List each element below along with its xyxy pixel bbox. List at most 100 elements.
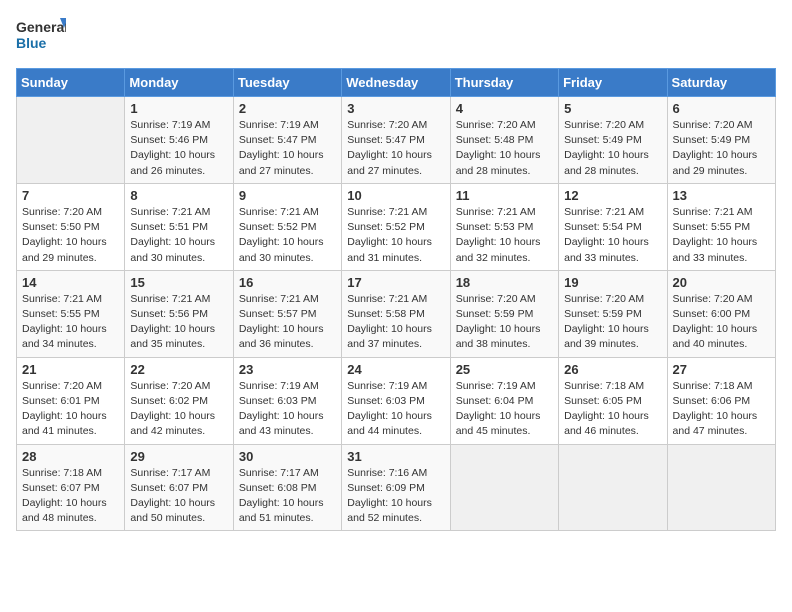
calendar-cell: 8 Sunrise: 7:21 AMSunset: 5:51 PMDaylight…	[125, 183, 233, 270]
day-info: Sunrise: 7:21 AMSunset: 5:56 PMDaylight:…	[130, 292, 227, 353]
day-info: Sunrise: 7:21 AMSunset: 5:54 PMDaylight:…	[564, 205, 661, 266]
week-row-1: 1 Sunrise: 7:19 AMSunset: 5:46 PMDaylight…	[17, 97, 776, 184]
calendar-cell: 25 Sunrise: 7:19 AMSunset: 6:04 PMDayligh…	[450, 357, 558, 444]
calendar-cell: 15 Sunrise: 7:21 AMSunset: 5:56 PMDayligh…	[125, 270, 233, 357]
day-info: Sunrise: 7:19 AMSunset: 6:04 PMDaylight:…	[456, 379, 553, 440]
day-info: Sunrise: 7:20 AMSunset: 5:48 PMDaylight:…	[456, 118, 553, 179]
day-number: 19	[564, 275, 661, 290]
day-info: Sunrise: 7:20 AMSunset: 5:50 PMDaylight:…	[22, 205, 119, 266]
day-number: 6	[673, 101, 770, 116]
day-info: Sunrise: 7:19 AMSunset: 5:47 PMDaylight:…	[239, 118, 336, 179]
day-info: Sunrise: 7:20 AMSunset: 5:59 PMDaylight:…	[564, 292, 661, 353]
day-info: Sunrise: 7:21 AMSunset: 5:52 PMDaylight:…	[347, 205, 444, 266]
calendar-cell: 23 Sunrise: 7:19 AMSunset: 6:03 PMDayligh…	[233, 357, 341, 444]
day-number: 25	[456, 362, 553, 377]
day-info: Sunrise: 7:18 AMSunset: 6:05 PMDaylight:…	[564, 379, 661, 440]
day-info: Sunrise: 7:17 AMSunset: 6:08 PMDaylight:…	[239, 466, 336, 527]
day-number: 20	[673, 275, 770, 290]
day-info: Sunrise: 7:17 AMSunset: 6:07 PMDaylight:…	[130, 466, 227, 527]
day-info: Sunrise: 7:19 AMSunset: 6:03 PMDaylight:…	[347, 379, 444, 440]
calendar-cell: 6 Sunrise: 7:20 AMSunset: 5:49 PMDaylight…	[667, 97, 775, 184]
day-info: Sunrise: 7:21 AMSunset: 5:53 PMDaylight:…	[456, 205, 553, 266]
day-number: 1	[130, 101, 227, 116]
calendar-cell: 11 Sunrise: 7:21 AMSunset: 5:53 PMDayligh…	[450, 183, 558, 270]
day-info: Sunrise: 7:21 AMSunset: 5:58 PMDaylight:…	[347, 292, 444, 353]
calendar-cell: 2 Sunrise: 7:19 AMSunset: 5:47 PMDaylight…	[233, 97, 341, 184]
day-info: Sunrise: 7:19 AMSunset: 5:46 PMDaylight:…	[130, 118, 227, 179]
page-header: General Blue	[16, 16, 776, 56]
week-row-4: 21 Sunrise: 7:20 AMSunset: 6:01 PMDayligh…	[17, 357, 776, 444]
day-info: Sunrise: 7:21 AMSunset: 5:51 PMDaylight:…	[130, 205, 227, 266]
calendar-cell: 4 Sunrise: 7:20 AMSunset: 5:48 PMDaylight…	[450, 97, 558, 184]
day-number: 4	[456, 101, 553, 116]
day-number: 13	[673, 188, 770, 203]
weekday-header-sunday: Sunday	[17, 69, 125, 97]
calendar-cell: 14 Sunrise: 7:21 AMSunset: 5:55 PMDayligh…	[17, 270, 125, 357]
day-number: 3	[347, 101, 444, 116]
calendar-cell: 13 Sunrise: 7:21 AMSunset: 5:55 PMDayligh…	[667, 183, 775, 270]
day-info: Sunrise: 7:16 AMSunset: 6:09 PMDaylight:…	[347, 466, 444, 527]
calendar-cell: 21 Sunrise: 7:20 AMSunset: 6:01 PMDayligh…	[17, 357, 125, 444]
calendar-cell: 28Sunrise: 7:18 AMSunset: 6:07 PMDayligh…	[17, 444, 125, 531]
calendar-cell: 27 Sunrise: 7:18 AMSunset: 6:06 PMDayligh…	[667, 357, 775, 444]
day-info: Sunrise: 7:20 AMSunset: 5:49 PMDaylight:…	[564, 118, 661, 179]
day-info: Sunrise: 7:20 AMSunset: 6:01 PMDaylight:…	[22, 379, 119, 440]
week-row-5: 28Sunrise: 7:18 AMSunset: 6:07 PMDayligh…	[17, 444, 776, 531]
day-info: Sunrise: 7:21 AMSunset: 5:55 PMDaylight:…	[22, 292, 119, 353]
day-number: 26	[564, 362, 661, 377]
day-number: 7	[22, 188, 119, 203]
logo: General Blue	[16, 16, 66, 56]
week-row-2: 7 Sunrise: 7:20 AMSunset: 5:50 PMDaylight…	[17, 183, 776, 270]
calendar-cell	[450, 444, 558, 531]
day-info: Sunrise: 7:20 AMSunset: 6:00 PMDaylight:…	[673, 292, 770, 353]
calendar-cell: 29 Sunrise: 7:17 AMSunset: 6:07 PMDayligh…	[125, 444, 233, 531]
calendar-cell: 18 Sunrise: 7:20 AMSunset: 5:59 PMDayligh…	[450, 270, 558, 357]
day-number: 2	[239, 101, 336, 116]
svg-text:Blue: Blue	[16, 35, 47, 51]
day-number: 18	[456, 275, 553, 290]
day-info: Sunrise: 7:21 AMSunset: 5:52 PMDaylight:…	[239, 205, 336, 266]
weekday-header-saturday: Saturday	[667, 69, 775, 97]
day-number: 14	[22, 275, 119, 290]
day-info: Sunrise: 7:20 AMSunset: 5:49 PMDaylight:…	[673, 118, 770, 179]
day-info: Sunrise: 7:20 AMSunset: 5:47 PMDaylight:…	[347, 118, 444, 179]
weekday-header-thursday: Thursday	[450, 69, 558, 97]
day-number: 29	[130, 449, 227, 464]
calendar-cell: 24 Sunrise: 7:19 AMSunset: 6:03 PMDayligh…	[342, 357, 450, 444]
calendar-cell: 7 Sunrise: 7:20 AMSunset: 5:50 PMDaylight…	[17, 183, 125, 270]
day-number: 11	[456, 188, 553, 203]
day-number: 8	[130, 188, 227, 203]
day-number: 30	[239, 449, 336, 464]
calendar-cell: 30 Sunrise: 7:17 AMSunset: 6:08 PMDayligh…	[233, 444, 341, 531]
calendar-cell: 22 Sunrise: 7:20 AMSunset: 6:02 PMDayligh…	[125, 357, 233, 444]
day-number: 22	[130, 362, 227, 377]
week-row-3: 14 Sunrise: 7:21 AMSunset: 5:55 PMDayligh…	[17, 270, 776, 357]
calendar-cell: 16Sunrise: 7:21 AMSunset: 5:57 PMDayligh…	[233, 270, 341, 357]
logo-svg: General Blue	[16, 16, 66, 56]
day-number: 24	[347, 362, 444, 377]
calendar-cell	[667, 444, 775, 531]
day-number: 9	[239, 188, 336, 203]
day-number: 23	[239, 362, 336, 377]
day-info: Sunrise: 7:18 AMSunset: 6:06 PMDaylight:…	[673, 379, 770, 440]
weekday-header-wednesday: Wednesday	[342, 69, 450, 97]
day-info: Sunrise: 7:19 AMSunset: 6:03 PMDaylight:…	[239, 379, 336, 440]
day-number: 21	[22, 362, 119, 377]
day-info: Sunrise: 7:20 AMSunset: 5:59 PMDaylight:…	[456, 292, 553, 353]
day-number: 10	[347, 188, 444, 203]
calendar-cell: 1 Sunrise: 7:19 AMSunset: 5:46 PMDaylight…	[125, 97, 233, 184]
day-number: 15	[130, 275, 227, 290]
calendar-cell: 19 Sunrise: 7:20 AMSunset: 5:59 PMDayligh…	[559, 270, 667, 357]
weekday-header-row: SundayMondayTuesdayWednesdayThursdayFrid…	[17, 69, 776, 97]
day-info: Sunrise: 7:20 AMSunset: 6:02 PMDaylight:…	[130, 379, 227, 440]
day-number: 28	[22, 449, 119, 464]
weekday-header-tuesday: Tuesday	[233, 69, 341, 97]
day-info: Sunrise: 7:21 AMSunset: 5:55 PMDaylight:…	[673, 205, 770, 266]
calendar-cell: 12Sunrise: 7:21 AMSunset: 5:54 PMDayligh…	[559, 183, 667, 270]
calendar-cell: 17Sunrise: 7:21 AMSunset: 5:58 PMDayligh…	[342, 270, 450, 357]
calendar-cell: 31Sunrise: 7:16 AMSunset: 6:09 PMDayligh…	[342, 444, 450, 531]
calendar-cell: 9 Sunrise: 7:21 AMSunset: 5:52 PMDaylight…	[233, 183, 341, 270]
calendar-cell	[17, 97, 125, 184]
weekday-header-monday: Monday	[125, 69, 233, 97]
day-number: 27	[673, 362, 770, 377]
